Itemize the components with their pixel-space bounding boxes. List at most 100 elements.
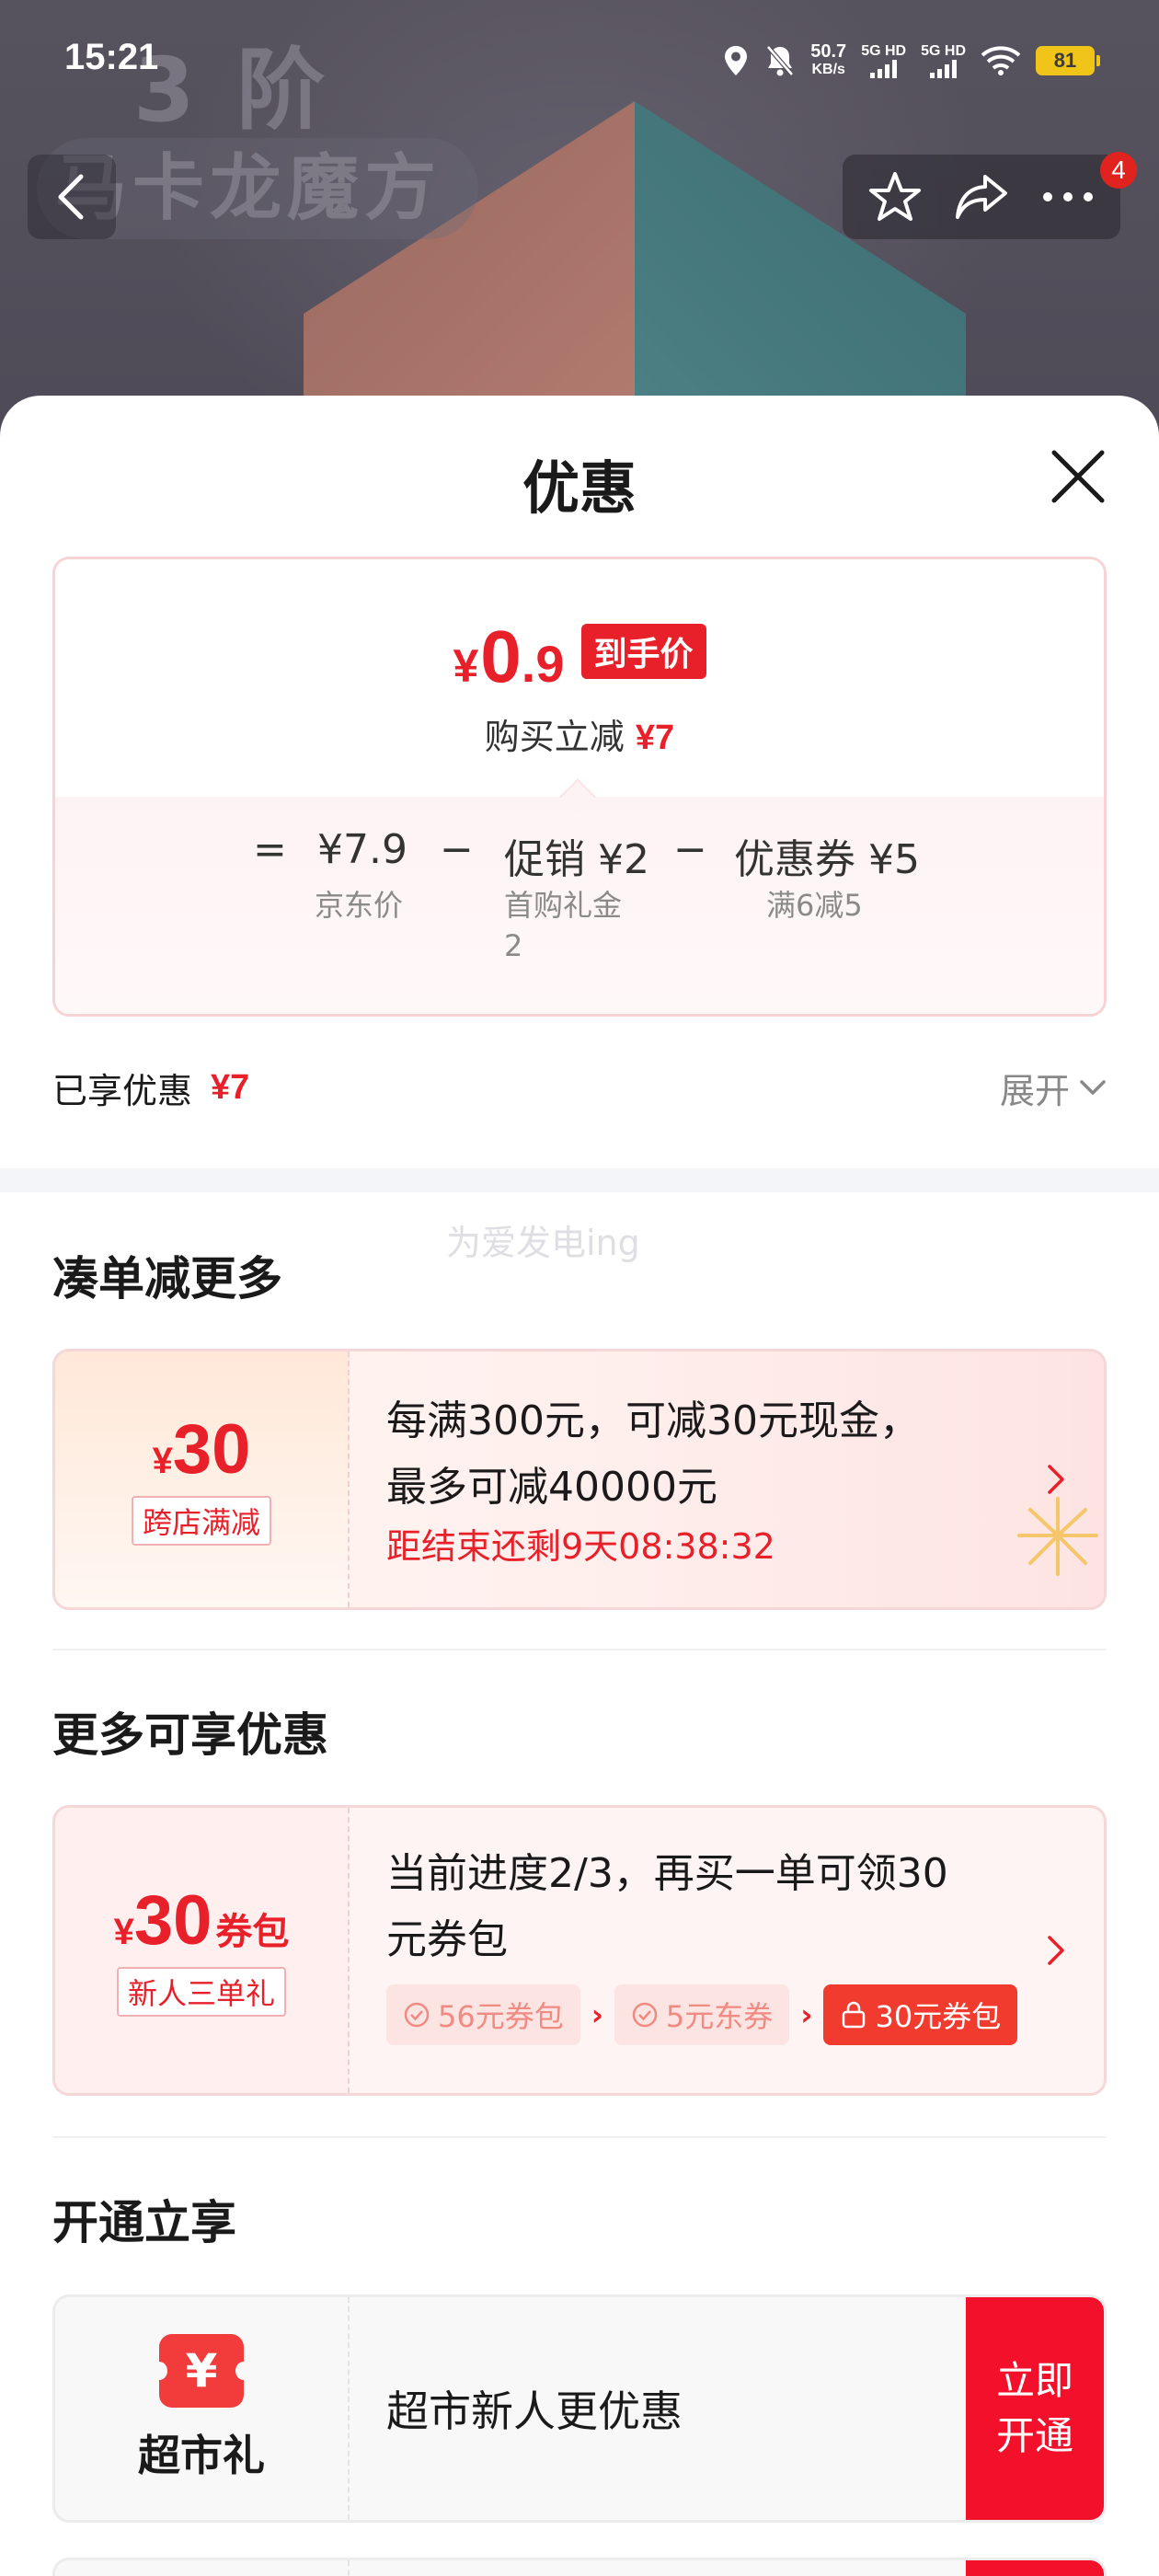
- next-benefit-card: [52, 2558, 1107, 2576]
- sim2-label: 5G HD: [921, 43, 966, 59]
- progress-step-1-label: 56元券包: [438, 1999, 564, 2034]
- instant-reduce-line: 购买立减 ¥7: [55, 708, 1104, 759]
- supermarket-gift-description: 超市新人更优惠: [386, 2386, 683, 2436]
- coupon-progress-line2: 元券包: [386, 1916, 508, 1963]
- favorite-button[interactable]: [858, 160, 932, 234]
- formula-coupon-label: 满6减5: [766, 888, 863, 923]
- formula-minus-2: −: [673, 826, 707, 873]
- progress-step-3: 30元券包: [823, 1984, 1018, 2045]
- promo-value-panel: ¥ 30 跨店满减: [55, 1351, 350, 1607]
- instant-reduce-label: 购买立减: [484, 717, 625, 757]
- progress-step-2-label: 5元东券: [665, 1999, 774, 2034]
- signal-icon: 5G HD: [861, 43, 906, 78]
- more-button[interactable]: [1031, 160, 1105, 234]
- coupon-amount-unit: 券包: [215, 1911, 290, 1953]
- section-title-open-benefits: 开通立享: [52, 2196, 236, 2249]
- enjoyed-discount-row: 已享优惠 ¥7 展开: [52, 1060, 1107, 1115]
- status-time: 15:21: [64, 37, 159, 77]
- cross-store-promo-card[interactable]: ¥ 30 跨店满减 每满300元，可减30元现金， 最多可减40000元 距结束…: [52, 1349, 1107, 1610]
- coupon-progress-steps: 56元券包 › 5元东券 › 30元券包: [386, 1984, 1030, 2045]
- activate-now-button[interactable]: 立即 开通: [966, 2297, 1104, 2520]
- new-user-coupon-card[interactable]: ¥ 30 券包 新人三单礼 当前进度2/3，再买一单可领30 元券包 56元券包…: [52, 1805, 1107, 2096]
- net-speed-unit: KB/s: [811, 62, 845, 77]
- coupon-details: 当前进度2/3，再买一单可领30 元券包 56元券包 › 5元东券 › 30元券…: [386, 1841, 1030, 2045]
- watermark-text: 为爱发电ing: [446, 1223, 640, 1263]
- step-arrow-icon: ›: [591, 1997, 603, 2032]
- share-button[interactable]: [945, 160, 1018, 234]
- promo-countdown: 距结束还剩9天08:38:32: [386, 1526, 775, 1567]
- formula-equals: =: [253, 826, 287, 873]
- check-circle-icon: [404, 2002, 430, 2028]
- section-title-more-benefits: 更多可享优惠: [52, 1708, 328, 1762]
- signal-icon: 5G HD: [921, 43, 966, 78]
- formula-jd-price: ¥7.9: [317, 826, 407, 873]
- coupon-amount-number: 30: [133, 1881, 212, 1960]
- formula-coupon: 优惠券 ¥5: [734, 836, 920, 883]
- net-speed-value: 50.7: [810, 41, 847, 62]
- formula-jd-label: 京东价: [315, 888, 404, 923]
- check-circle-icon: [632, 2002, 658, 2028]
- formula-minus-1: −: [440, 826, 474, 873]
- activate-button-line1: 立即: [995, 2358, 1073, 2403]
- coupon-value-panel: ¥ 30 券包 新人三单礼: [55, 1808, 350, 2093]
- promo-rule-line2: 最多可减40000元: [386, 1464, 717, 1511]
- section-divider-thin: [52, 1649, 1107, 1650]
- section-divider: [0, 1168, 1159, 1192]
- supermarket-gift-card: ¥ 超市礼 超市新人更优惠 立即 开通: [52, 2294, 1107, 2523]
- price-breakdown-card: ¥ 0 .9 到手价 购买立减 ¥7 = ¥7.9 京东价 − 促销 ¥2 首购…: [52, 557, 1107, 1017]
- sheet-title: 优惠: [522, 454, 637, 522]
- instant-reduce-value: ¥7: [635, 719, 675, 757]
- coupon-type-tag: 新人三单礼: [116, 1967, 286, 2017]
- back-button[interactable]: [28, 155, 116, 239]
- formula-promo: 促销 ¥2: [504, 836, 649, 883]
- sim1-label: 5G HD: [861, 43, 907, 59]
- section-divider-thin: [52, 2136, 1107, 2138]
- final-price-tag: 到手价: [580, 624, 706, 679]
- coupon-progress-line1: 当前进度2/3，再买一单可领30: [386, 1850, 948, 1897]
- firework-decoration-icon: [1017, 1497, 1098, 1576]
- status-bar: 15:21 50.7 KB/s 5G HD 5G HD 81: [0, 0, 1159, 120]
- enjoyed-label: 已享优惠: [52, 1070, 193, 1111]
- next-benefit-button[interactable]: [966, 2560, 1104, 2576]
- net-speed: 50.7 KB/s: [810, 42, 846, 79]
- close-icon: [1051, 450, 1105, 503]
- step-arrow-icon: ›: [800, 1997, 813, 2032]
- supermarket-gift-panel: ¥ 超市礼: [55, 2297, 350, 2520]
- discount-sheet: 优惠 ¥ 0 .9 到手价 购买立减 ¥7 = ¥7.9 京东价 − 促销 ¥2…: [0, 396, 1159, 2576]
- enjoyed-value: ¥7: [211, 1067, 250, 1107]
- chevron-down-icon: [1080, 1080, 1106, 1095]
- mute-icon: [764, 44, 796, 77]
- battery-icon: 81: [1036, 46, 1100, 75]
- promo-type-tag: 跨店满减: [131, 1496, 271, 1546]
- final-price-decimal: .9: [521, 635, 565, 693]
- formula-promo-label: 首购礼金: [504, 888, 623, 923]
- chevron-right-icon: [1048, 1936, 1064, 1965]
- close-button[interactable]: [1049, 447, 1107, 506]
- final-price-integer: 0: [480, 615, 522, 697]
- expand-toggle[interactable]: 展开: [1000, 1060, 1107, 1115]
- back-icon: [58, 174, 84, 220]
- share-icon: [956, 175, 1007, 219]
- ticket-icon: ¥: [151, 2334, 252, 2408]
- promo-amount-number: 30: [172, 1410, 251, 1489]
- promo-rule-line1: 每满300元，可减30元现金，: [386, 1397, 920, 1444]
- lock-icon: [843, 2001, 866, 2029]
- promo-amount: ¥ 30: [153, 1413, 251, 1487]
- more-icon: [1043, 192, 1093, 201]
- promo-amount-currency: ¥: [152, 1441, 173, 1481]
- notification-badge: 4: [1100, 152, 1137, 189]
- coupon-amount: ¥ 30 券包: [114, 1884, 290, 1958]
- final-price-currency: ¥: [453, 640, 479, 692]
- cube-face-right: [635, 101, 966, 442]
- activate-button-line2: 开通: [995, 2413, 1073, 2458]
- expand-label: 展开: [999, 1070, 1070, 1111]
- formula-promo-label-line2: 2: [504, 928, 523, 963]
- promo-details: 每满300元，可减30元现金， 最多可减40000元 距结束还剩9天08:38:…: [386, 1388, 1030, 1572]
- section-title-more-discount: 凑单减更多: [52, 1252, 282, 1305]
- coupon-amount-currency: ¥: [113, 1912, 134, 1952]
- wifi-icon: [981, 45, 1021, 76]
- status-icons: 50.7 KB/s 5G HD 5G HD 81: [722, 37, 1100, 85]
- final-price: ¥ 0 .9 到手价: [55, 615, 1104, 699]
- supermarket-gift-name: 超市礼: [138, 2431, 265, 2480]
- top-action-group: [843, 155, 1120, 239]
